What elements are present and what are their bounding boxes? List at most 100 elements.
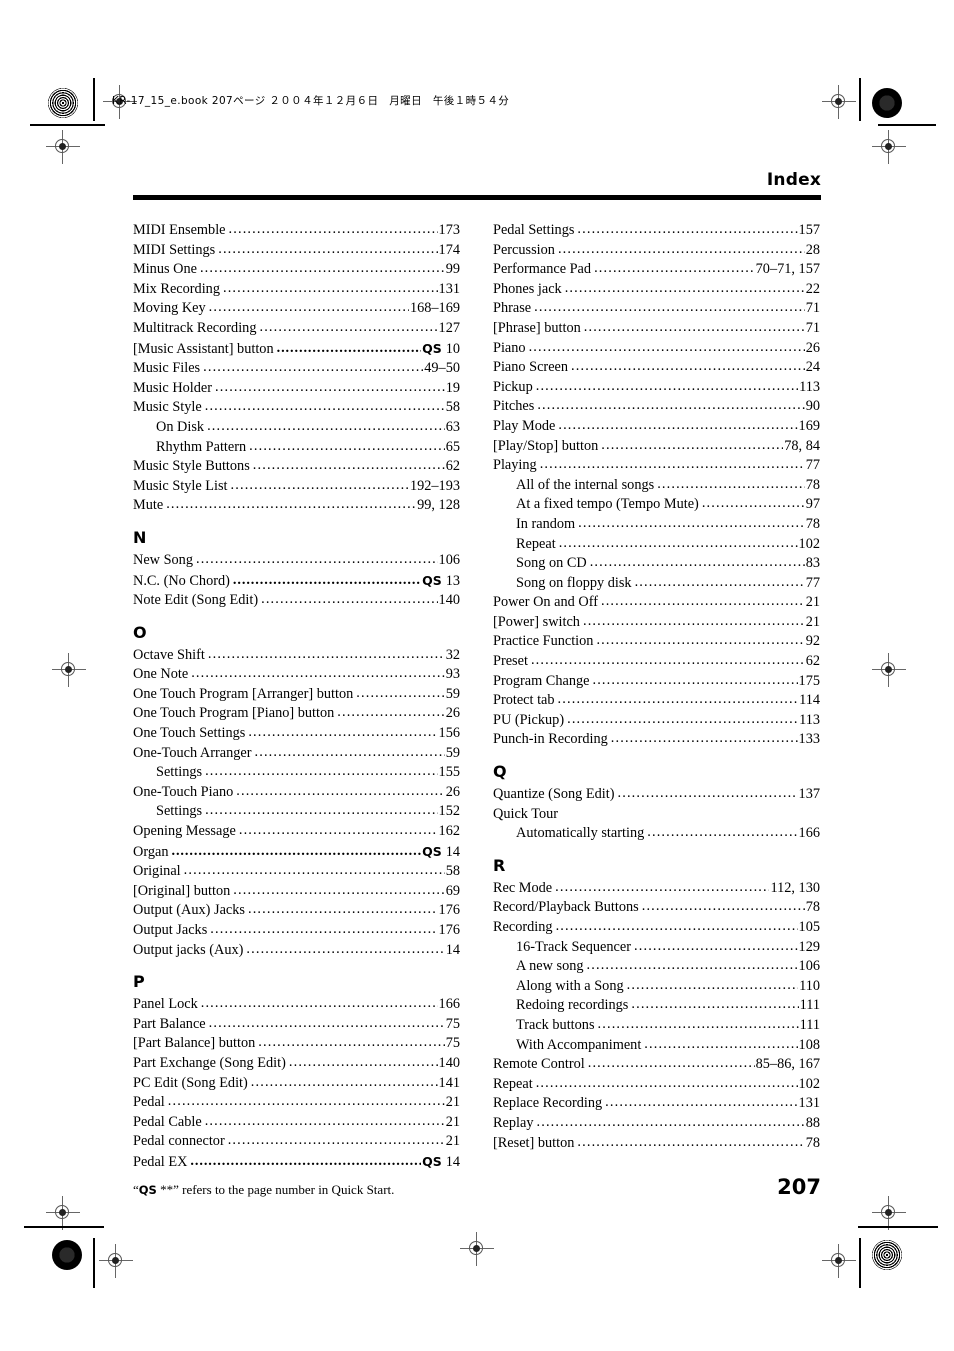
index-entry[interactable]: One-Touch Arranger 59 (133, 744, 460, 764)
index-entry[interactable]: Quick Tour (493, 805, 820, 825)
index-entry[interactable]: Replay 88 (493, 1114, 820, 1134)
index-entry[interactable]: Octave Shift 32 (133, 646, 460, 666)
index-entry[interactable]: Organ QS14 (133, 842, 460, 863)
index-entry[interactable]: Punch-in Recording 133 (493, 730, 820, 750)
index-entry[interactable]: Mix Recording 131 (133, 280, 460, 300)
index-entry[interactable]: Piano Screen 24 (493, 358, 820, 378)
index-entry[interactable]: [Part Balance] button 75 (133, 1034, 460, 1054)
index-entry[interactable]: Piano 26 (493, 339, 820, 359)
index-sub-entry[interactable]: Repeat 102 (493, 535, 820, 555)
index-entry[interactable]: Music Style List 192–193 (133, 477, 460, 497)
index-entry[interactable]: [Phrase] button 71 (493, 319, 820, 339)
index-entry[interactable]: PC Edit (Song Edit) 141 (133, 1074, 460, 1094)
index-entry[interactable]: Program Change 175 (493, 672, 820, 692)
index-entry[interactable]: Output jacks (Aux) 14 (133, 941, 460, 961)
index-sub-entry[interactable]: 16-Track Sequencer 129 (493, 938, 820, 958)
index-entry-page-number: 71 (805, 300, 820, 317)
index-entry[interactable]: [Play/Stop] button 78, 84 (493, 437, 820, 457)
index-sub-entry[interactable]: Redoing recordings 111 (493, 996, 820, 1016)
index-entry[interactable]: Quantize (Song Edit) 137 (493, 785, 820, 805)
index-entry[interactable]: Play Mode 169 (493, 417, 820, 437)
index-entry[interactable]: Panel Lock 166 (133, 995, 460, 1015)
index-entry[interactable]: Performance Pad 70–71, 157 (493, 260, 820, 280)
index-sub-entry[interactable]: Track buttons 111 (493, 1016, 820, 1036)
index-entry-label: Settings (156, 764, 203, 781)
index-entry[interactable]: Recording 105 (493, 918, 820, 938)
index-entry[interactable]: [Reset] button 78 (493, 1134, 820, 1154)
index-entry[interactable]: Protect tab 114 (493, 691, 820, 711)
dot-leader (627, 976, 798, 996)
index-entry[interactable]: Mute 99, 128 (133, 496, 460, 516)
index-entry[interactable]: Preset 62 (493, 652, 820, 672)
index-entry[interactable]: One Touch Program [Arranger] button 59 (133, 685, 460, 705)
index-sub-entry[interactable]: All of the internal songs 78 (493, 476, 820, 496)
index-entry[interactable]: [Power] switch 21 (493, 613, 820, 633)
index-sub-entry[interactable]: In random 78 (493, 515, 820, 535)
index-entry[interactable]: Pitches 90 (493, 397, 820, 417)
index-entry[interactable]: Output (Aux) Jacks 176 (133, 901, 460, 921)
index-entry[interactable]: Phones jack 22 (493, 280, 820, 300)
index-entry[interactable]: Pedal EX QS14 (133, 1152, 460, 1173)
index-sub-entry[interactable]: Settings 152 (133, 802, 460, 822)
index-entry[interactable]: PU (Pickup) 113 (493, 711, 820, 731)
index-entry[interactable]: Percussion 28 (493, 241, 820, 261)
index-sub-entry[interactable]: On Disk 63 (133, 418, 460, 438)
dot-leader (631, 995, 798, 1015)
index-entry[interactable]: Original 58 (133, 862, 460, 882)
index-entry[interactable]: Note Edit (Song Edit) 140 (133, 591, 460, 611)
index-entry[interactable]: Replace Recording 131 (493, 1094, 820, 1114)
index-entry[interactable]: Power On and Off 21 (493, 593, 820, 613)
index-entry[interactable]: Music Style Buttons 62 (133, 457, 460, 477)
index-sub-entry[interactable]: Song on CD 83 (493, 554, 820, 574)
index-sub-entry[interactable]: At a fixed tempo (Tempo Mute) 97 (493, 495, 820, 515)
index-entry[interactable]: Playing 77 (493, 456, 820, 476)
index-entry[interactable]: One-Touch Piano 26 (133, 783, 460, 803)
index-entry[interactable]: N.C. (No Chord) QS13 (133, 571, 460, 592)
index-entry[interactable]: Practice Function 92 (493, 632, 820, 652)
index-entry[interactable]: Moving Key 168–169 (133, 299, 460, 319)
index-entry[interactable]: Music Holder 19 (133, 379, 460, 399)
crop-line-bottom-right-vertical (859, 1238, 861, 1288)
index-sub-entry[interactable]: Automatically starting 166 (493, 824, 820, 844)
index-entry[interactable]: [Original] button 69 (133, 882, 460, 902)
index-entry-label: Replace Recording (493, 1095, 603, 1112)
index-entry-label: Phones jack (493, 280, 562, 297)
index-entry[interactable]: Pedal connector 21 (133, 1132, 460, 1152)
index-entry[interactable]: Pedal Settings 157 (493, 221, 820, 241)
index-entry[interactable]: MIDI Ensemble 173 (133, 221, 460, 241)
index-entry[interactable]: Music Files 49–50 (133, 359, 460, 379)
index-entry-page-number: 90 (805, 398, 820, 415)
index-entry[interactable]: Opening Message 162 (133, 822, 460, 842)
index-entry-page-number: 173 (438, 222, 460, 238)
index-entry[interactable]: Minus One 99 (133, 260, 460, 280)
index-entry[interactable]: Pedal 21 (133, 1093, 460, 1113)
index-entry[interactable]: MIDI Settings 174 (133, 241, 460, 261)
index-entry[interactable]: One Touch Settings 156 (133, 724, 460, 744)
index-entry[interactable]: Output Jacks 176 (133, 921, 460, 941)
index-entry[interactable]: Pickup 113 (493, 378, 820, 398)
index-entry[interactable]: Part Balance 75 (133, 1015, 460, 1035)
index-sub-entry[interactable]: Along with a Song 110 (493, 977, 820, 997)
dot-leader (571, 357, 805, 377)
index-sub-entry[interactable]: With Accompaniment 108 (493, 1036, 820, 1056)
index-entry[interactable]: Remote Control 85–86, 167 (493, 1055, 820, 1075)
index-entry[interactable]: Multitrack Recording 127 (133, 319, 460, 339)
index-entry[interactable]: Rec Mode 112, 130 (493, 879, 820, 899)
index-sub-entry[interactable]: A new song 106 (493, 957, 820, 977)
index-entry[interactable]: Record/Playback Buttons 78 (493, 898, 820, 918)
index-entry[interactable]: One Note 93 (133, 665, 460, 685)
index-entry-page-number: 24 (805, 359, 820, 376)
index-entry[interactable]: Phrase 71 (493, 299, 820, 319)
index-entry[interactable]: Part Exchange (Song Edit) 140 (133, 1054, 460, 1074)
index-entry[interactable]: Pedal Cable 21 (133, 1113, 460, 1133)
index-sub-entry[interactable]: Settings 155 (133, 763, 460, 783)
index-entry[interactable]: Music Style 58 (133, 398, 460, 418)
index-entry[interactable]: [Music Assistant] button QS10 (133, 339, 460, 360)
index-sub-entry[interactable]: Rhythm Pattern 65 (133, 438, 460, 458)
index-entry[interactable]: One Touch Program [Piano] button 26 (133, 704, 460, 724)
index-entry[interactable]: Repeat 102 (493, 1075, 820, 1095)
index-entry-label: Record/Playback Buttons (493, 899, 639, 916)
index-sub-entry[interactable]: Song on floppy disk 77 (493, 574, 820, 594)
index-entry-label: Pitches (493, 398, 535, 415)
index-entry[interactable]: New Song 106 (133, 551, 460, 571)
